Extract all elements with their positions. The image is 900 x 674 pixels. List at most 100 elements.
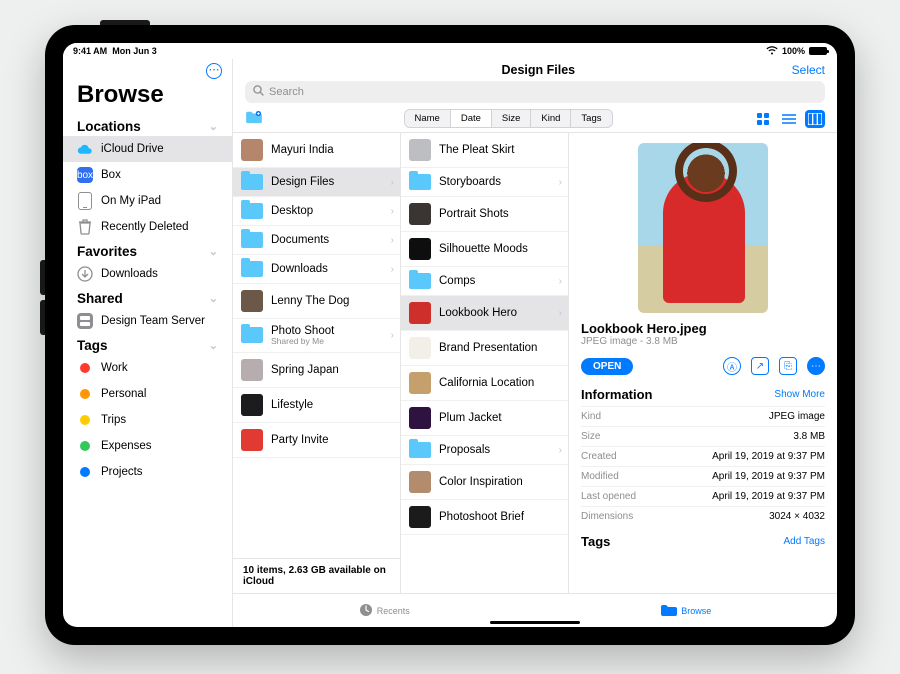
server-icon [77,313,93,329]
search-placeholder: Search [269,86,304,98]
sidebar-title: Browse [63,79,232,115]
sidebar-item-label: Downloads [101,268,158,280]
sidebar-item-personal[interactable]: Personal [63,381,232,407]
search-input[interactable]: Search [245,81,825,103]
file-row[interactable]: Comps › [401,267,568,296]
sidebar-item-box[interactable]: boxBox [63,162,232,188]
file-thumbnail [241,290,263,312]
file-label: Mayuri India [271,144,334,156]
sidebar-item-recently-deleted[interactable]: Recently Deleted [63,214,232,240]
section-tags[interactable]: Tags⌄ [63,334,232,355]
section-shared[interactable]: Shared⌄ [63,287,232,308]
view-list-button[interactable] [779,110,799,128]
info-row: KindJPEG image [581,406,825,426]
view-grid-button[interactable] [753,110,773,128]
file-row[interactable]: Photoshoot Brief [401,500,568,535]
sidebar-more-icon[interactable]: ⋯ [206,63,222,79]
info-key: Size [581,431,600,442]
sort-segmented[interactable]: NameDateSizeKindTags [404,109,613,128]
sidebar-item-work[interactable]: Work [63,355,232,381]
sidebar-item-on-my-ipad[interactable]: On My iPad [63,188,232,214]
sidebar-item-downloads[interactable]: Downloads [63,261,232,287]
column-2: The Pleat Skirt Storyboards›Portrait Shot… [401,133,569,593]
folder-icon [241,232,263,248]
chevron-right-icon: › [391,177,394,188]
duplicate-icon[interactable]: ⎘ [779,357,797,375]
sort-tags[interactable]: Tags [570,110,611,127]
sidebar-item-label: Personal [101,388,146,400]
folder-icon [409,442,431,458]
view-columns-button[interactable] [805,110,825,128]
chevron-right-icon: › [391,264,394,275]
file-row[interactable]: Photo ShootShared by Me› [233,319,400,353]
file-row[interactable]: Spring Japan [233,353,400,388]
new-folder-button[interactable] [245,110,263,127]
tab-browse[interactable]: Browse [661,604,711,618]
file-row[interactable]: Desktop› [233,197,400,226]
file-row[interactable]: Silhouette Moods [401,232,568,267]
file-label: The Pleat Skirt [439,144,514,156]
info-row: Dimensions3024 × 4032 [581,506,825,526]
file-thumbnail [409,372,431,394]
chevron-right-icon: › [559,276,562,287]
sidebar-item-icloud-drive[interactable]: iCloud Drive [63,136,232,162]
file-label: Comps [439,275,475,287]
sidebar-item-label: iCloud Drive [101,143,164,155]
sort-kind[interactable]: Kind [530,110,570,127]
select-button[interactable]: Select [792,63,825,77]
file-row[interactable]: Plum Jacket [401,401,568,436]
section-favorites[interactable]: Favorites⌄ [63,240,232,261]
more-actions-icon[interactable]: ⋯ [807,357,825,375]
show-more-button[interactable]: Show More [774,389,825,400]
file-row[interactable]: Mayuri India [233,133,400,168]
chevron-right-icon: › [391,235,394,246]
sidebar-item-projects[interactable]: Projects [63,459,232,485]
add-tags-button[interactable]: Add Tags [783,536,825,547]
file-row[interactable]: California Location [401,366,568,401]
open-button[interactable]: OPEN [581,358,633,375]
preview-filename: Lookbook Hero.jpeg [581,321,825,336]
folder-icon [241,174,263,190]
section-locations[interactable]: Locations⌄ [63,115,232,136]
status-bar: 9:41 AM Mon Jun 3 100% [63,43,837,59]
file-row[interactable]: Brand Presentation [401,331,568,366]
chevron-down-icon: ⌄ [209,339,218,352]
info-value: April 19, 2019 at 9:37 PM [712,451,825,462]
folder-icon [241,327,263,343]
file-row[interactable]: Storyboards› [401,168,568,197]
file-row[interactable]: Lenny The Dog [233,284,400,319]
file-row[interactable]: Portrait Shots [401,197,568,232]
file-label: Lifestyle [271,399,313,411]
tab-recents[interactable]: Recents [359,603,410,619]
sidebar-item-label: Work [101,362,128,374]
info-key: Kind [581,411,601,422]
share-icon[interactable]: ↗ [751,357,769,375]
tab-bar: Recents Browse [233,593,837,627]
file-thumbnail [241,359,263,381]
file-row[interactable]: Lifestyle [233,388,400,423]
file-row[interactable]: Design Files› [233,168,400,197]
file-row[interactable]: Party Invite [233,423,400,458]
cloud-icon [77,141,93,157]
sidebar-item-trips[interactable]: Trips [63,407,232,433]
home-indicator[interactable] [490,621,580,624]
sidebar-item-expenses[interactable]: Expenses [63,433,232,459]
file-label: California Location [439,377,534,389]
tags-heading: Tags [581,534,610,549]
chevron-right-icon: › [391,206,394,217]
sort-size[interactable]: Size [491,110,530,127]
file-row[interactable]: The Pleat Skirt [401,133,568,168]
file-row[interactable]: Lookbook Hero› [401,296,568,331]
column-1: Mayuri India Design Files›Desktop›Documen… [233,133,401,593]
file-row[interactable]: Downloads› [233,255,400,284]
tag-dot-icon [77,412,93,428]
column-1-status: 10 items, 2.63 GB available on iCloud [233,558,400,593]
page-title: Design Files [285,63,792,77]
file-row[interactable]: Documents› [233,226,400,255]
markup-icon[interactable]: Ⓐ [723,357,741,375]
sort-name[interactable]: Name [405,110,450,127]
sidebar-item-design-team-server[interactable]: Design Team Server [63,308,232,334]
file-row[interactable]: Color Inspiration [401,465,568,500]
sort-date[interactable]: Date [450,110,491,127]
file-row[interactable]: Proposals› [401,436,568,465]
